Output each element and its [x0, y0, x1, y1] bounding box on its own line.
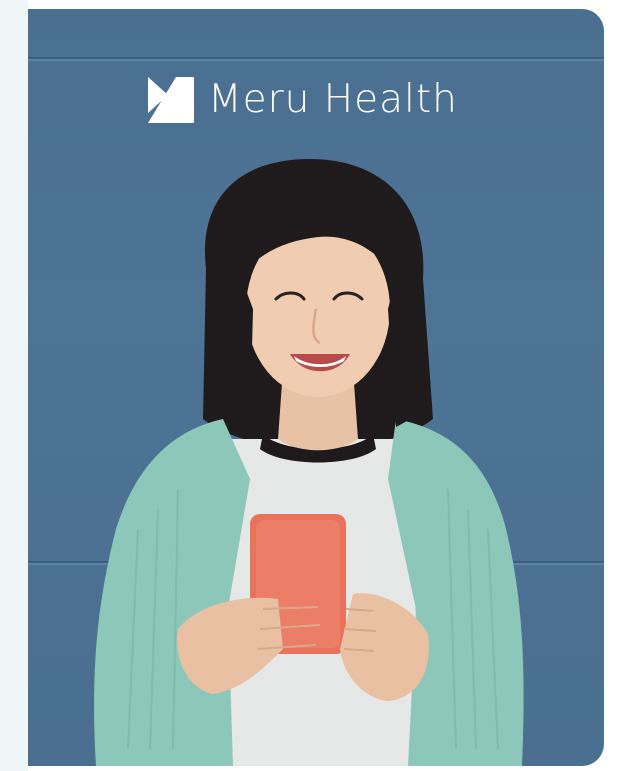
meru-health-logo-icon: [148, 77, 194, 123]
brand: Meru Health: [146, 75, 458, 125]
brand-name: Meru Health: [208, 77, 458, 122]
left-strip: [0, 0, 28, 771]
cardigan-left: [94, 419, 250, 766]
hero-banner: Meru Health: [28, 9, 604, 766]
page: Meru Health: [0, 0, 617, 771]
